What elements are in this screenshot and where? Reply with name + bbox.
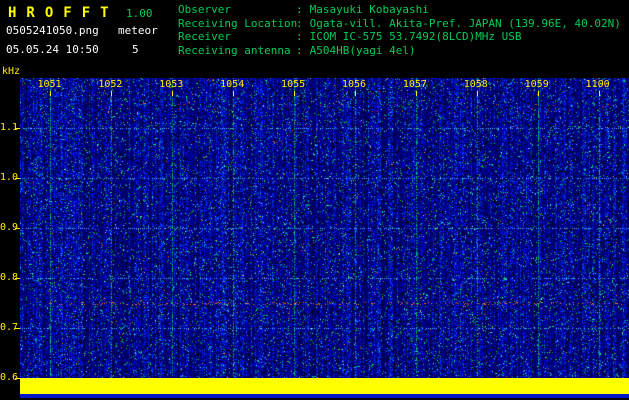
- info-label: Receiving antenna: [178, 43, 291, 57]
- info-row-observer: Observer: Masayuki Kobayashi: [178, 3, 621, 17]
- info-value: Ogata-vill. Akita-Pref. JAPAN (139.96E, …: [309, 16, 621, 30]
- spectrogram-canvas: [20, 78, 629, 378]
- bottom-strip: [20, 394, 629, 398]
- spectrogram-plot: kHz 1051 1052 1053 1054 1055 1056 1057 1058 1059…: [0, 66, 629, 400]
- info-value: Masayuki Kobayashi: [309, 3, 429, 16]
- y-tick-label: 0.9: [0, 222, 19, 233]
- output-filename: 0505241050.png: [6, 24, 99, 37]
- info-colon: :: [296, 43, 303, 57]
- y-tick-label: 1.0: [0, 172, 19, 183]
- info-row-antenna: Receiving antenna: A504HB(yagi 4el): [178, 44, 621, 58]
- echo-count: 5: [132, 43, 139, 56]
- y-tick-label: 0.6: [0, 372, 19, 383]
- y-tick-label: 0.7: [0, 322, 19, 333]
- info-row-location: Receiving Location: Ogata-vill. Akita-Pre…: [178, 17, 621, 31]
- mode-label: meteor: [118, 24, 158, 37]
- app-version: 1.00: [126, 7, 153, 20]
- info-value: A504HB(yagi 4el): [309, 43, 416, 57]
- info-label: Receiving Location: [178, 16, 298, 30]
- info-value: ICOM IC-575 53.7492(8LCD)MHz USB: [309, 30, 522, 43]
- info-label: Receiver: [178, 30, 231, 43]
- station-info: Observer: Masayuki Kobayashi Receiving Lo…: [178, 3, 621, 57]
- y-tick-label: 0.8: [0, 272, 19, 283]
- date-time: 05.05.24 10:50: [6, 43, 99, 56]
- app-title: HROFFT: [8, 5, 119, 21]
- info-colon: :: [296, 16, 303, 30]
- signal-level-bar: [20, 378, 629, 394]
- info-colon: :: [296, 30, 303, 43]
- info-row-receiver: Receiver: ICOM IC-575 53.7492(8LCD)MHz US…: [178, 30, 621, 44]
- y-tick-label: 1.1: [0, 122, 19, 133]
- info-label: Observer: [178, 3, 231, 16]
- info-colon: :: [296, 3, 303, 16]
- y-axis-unit-label: kHz: [2, 66, 21, 77]
- hrofft-screen: HROFFT 1.00 0505241050.png meteor 05.05.…: [0, 0, 629, 400]
